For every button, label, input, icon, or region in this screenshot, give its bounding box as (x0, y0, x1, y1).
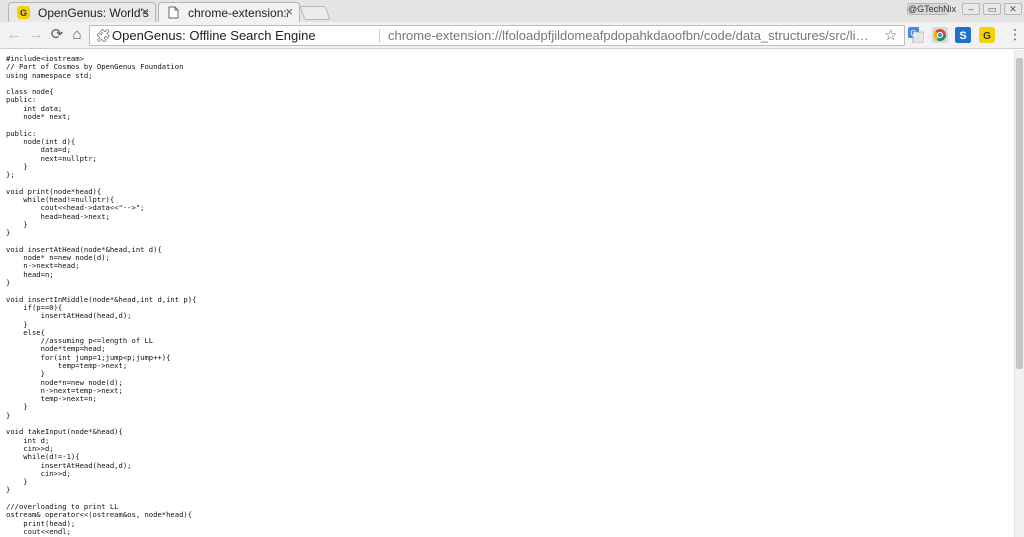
opengenus-extension-icon[interactable]: G (979, 27, 995, 43)
minimize-button[interactable]: – (962, 3, 980, 15)
source-code: #include<iostream> // Part of Cosmos by … (6, 54, 197, 537)
window-close-button[interactable]: ✕ (1004, 3, 1022, 15)
reload-button[interactable]: ⟳ (48, 26, 66, 44)
origin-label: OpenGenus: Offline Search Engine (112, 28, 316, 43)
bookmark-star-icon[interactable]: ☆ (884, 26, 897, 44)
tab-strip: G OpenGenus: World's f × chrome-extensio… (0, 0, 1024, 22)
tab-title: chrome-extension://lfi (188, 6, 288, 20)
tab-opengenus[interactable]: G OpenGenus: World's f × (8, 2, 156, 22)
svg-text:G: G (983, 31, 991, 42)
extension-puzzle-icon: 🧩︎ (95, 28, 112, 43)
profile-button[interactable]: @GTechNix (907, 3, 956, 15)
back-button[interactable]: ← (5, 26, 23, 44)
url-text[interactable]: chrome-extension://lfoloadpfjildomeafpdo… (388, 28, 875, 43)
browser-toolbar: ← → ⟳ ⌂ 🧩︎ OpenGenus: Offline Search Eng… (0, 22, 1024, 49)
home-button[interactable]: ⌂ (68, 26, 86, 44)
chrome-web-store-icon[interactable] (932, 27, 948, 43)
forward-button[interactable]: → (27, 26, 45, 44)
scrollbar-thumb[interactable] (1016, 58, 1023, 369)
svg-text:S: S (959, 30, 966, 42)
address-bar[interactable]: 🧩︎ OpenGenus: Offline Search Engine chro… (89, 25, 905, 46)
tab-close-button[interactable]: × (285, 5, 293, 19)
svg-text:G: G (910, 29, 916, 38)
tab-chrome-extension[interactable]: chrome-extension://lfi × (158, 2, 300, 22)
tab-close-button[interactable]: × (141, 5, 149, 19)
browser-menu-button[interactable]: ⋮ (1008, 27, 1022, 43)
restore-button[interactable]: ▭ (983, 3, 1001, 15)
page-content: #include<iostream> // Part of Cosmos by … (0, 50, 1014, 537)
opengenus-icon: G (17, 6, 30, 19)
svg-text:G: G (20, 8, 27, 18)
translate-icon[interactable]: G (908, 27, 924, 43)
divider (379, 29, 380, 43)
s-extension-icon[interactable]: S (955, 27, 971, 43)
tab-title: OpenGenus: World's f (38, 6, 150, 20)
page-icon (168, 6, 179, 19)
new-tab-button[interactable] (299, 6, 331, 20)
